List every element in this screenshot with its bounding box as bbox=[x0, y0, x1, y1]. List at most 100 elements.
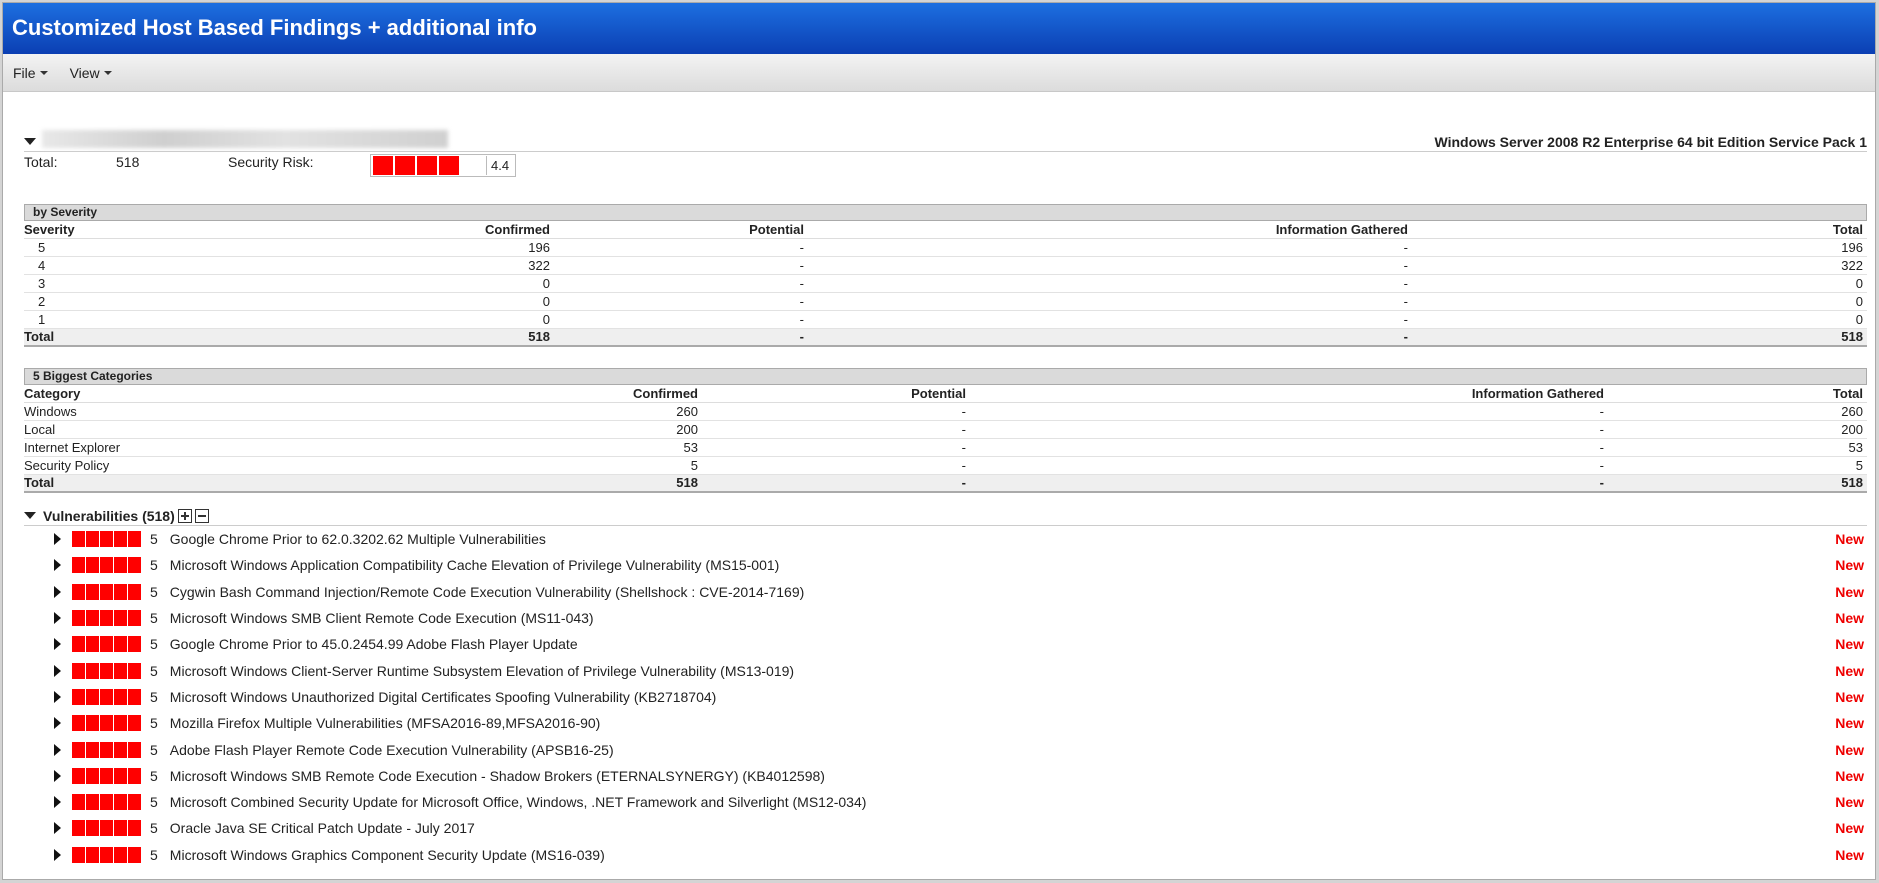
severity-block-icon bbox=[86, 820, 99, 837]
vulnerability-row[interactable]: 5 Microsoft Windows Graphics Component Se… bbox=[24, 842, 1867, 868]
table-cell: 200 bbox=[324, 420, 702, 439]
chevron-down-icon bbox=[103, 70, 112, 75]
collapse-arrow-icon[interactable] bbox=[24, 512, 36, 519]
vulnerability-title[interactable]: Cygwin Bash Command Injection/Remote Cod… bbox=[170, 584, 804, 600]
severity-bar-icon bbox=[72, 557, 142, 574]
severity-block-icon bbox=[86, 846, 99, 863]
vulnerability-row[interactable]: 5 Microsoft Windows SMB Client Remote Cod… bbox=[24, 605, 1867, 631]
vulnerability-title[interactable]: Google Chrome Prior to 45.0.2454.99 Adob… bbox=[170, 636, 578, 652]
expand-arrow-icon[interactable] bbox=[54, 664, 61, 677]
vulnerability-row[interactable]: 5 Microsoft Windows SMB Remote Code Execu… bbox=[24, 763, 1867, 789]
table-cell: 0 bbox=[1412, 292, 1867, 311]
vulnerability-title[interactable]: Mozilla Firefox Multiple Vulnerabilities… bbox=[170, 715, 601, 731]
expand-arrow-icon[interactable] bbox=[54, 769, 61, 782]
vulnerability-row[interactable]: 5 Microsoft Combined Security Update for … bbox=[24, 789, 1867, 815]
vulnerability-title[interactable]: Microsoft Windows Graphics Component Sec… bbox=[170, 847, 605, 863]
expand-arrow-icon[interactable] bbox=[54, 822, 61, 835]
column-header: Information Gathered bbox=[808, 221, 1412, 239]
expand-arrow-icon[interactable] bbox=[54, 638, 61, 651]
vulnerability-row[interactable]: 5 Google Chrome Prior to 62.0.3202.62 Mul… bbox=[24, 526, 1867, 552]
severity-block-icon bbox=[114, 583, 127, 600]
expand-arrow-icon[interactable] bbox=[54, 743, 61, 756]
column-header: Total bbox=[1608, 385, 1867, 403]
table-cell: Security Policy bbox=[24, 456, 324, 475]
column-header: Total bbox=[1412, 221, 1867, 239]
vulnerability-title[interactable]: Google Chrome Prior to 62.0.3202.62 Mult… bbox=[170, 531, 546, 547]
severity-block-icon bbox=[86, 662, 99, 679]
expand-arrow-icon[interactable] bbox=[54, 796, 61, 809]
vulnerability-row[interactable]: 5 Mozilla Firefox Multiple Vulnerabilitie… bbox=[24, 710, 1867, 736]
severity-bar-icon bbox=[72, 583, 142, 600]
expand-arrow-icon[interactable] bbox=[54, 690, 61, 703]
table-cell: Windows bbox=[24, 402, 324, 421]
vulnerability-row[interactable]: 5 Microsoft Windows Application Compatibi… bbox=[24, 552, 1867, 578]
expand-arrow-icon[interactable] bbox=[54, 612, 61, 625]
severity-block-icon bbox=[128, 715, 141, 732]
vulnerability-title[interactable]: Microsoft Windows Application Compatibil… bbox=[170, 557, 780, 573]
column-header: Severity bbox=[24, 221, 244, 239]
table-cell: - bbox=[808, 274, 1412, 293]
severity-block-icon bbox=[100, 794, 113, 811]
expand-all-icon[interactable] bbox=[177, 508, 192, 523]
vulnerability-row[interactable]: 5 Microsoft Windows Client-Server Runtime… bbox=[24, 657, 1867, 683]
severity-block-icon bbox=[72, 741, 85, 758]
collapse-all-icon[interactable] bbox=[194, 508, 209, 523]
severity-block-icon bbox=[128, 636, 141, 653]
column-header: Category bbox=[24, 385, 324, 403]
table-cell: 322 bbox=[1412, 256, 1867, 275]
expand-arrow-icon[interactable] bbox=[54, 717, 61, 730]
expand-arrow-icon[interactable] bbox=[54, 848, 61, 861]
vulnerability-title[interactable]: Oracle Java SE Critical Patch Update - J… bbox=[170, 820, 475, 836]
severity-level: 5 bbox=[150, 715, 158, 732]
severity-block-icon bbox=[114, 794, 127, 811]
window-title: Customized Host Based Findings + additio… bbox=[3, 3, 1875, 54]
severity-level: 5 bbox=[150, 846, 158, 863]
table-cell: - bbox=[808, 238, 1412, 257]
severity-block-icon bbox=[128, 794, 141, 811]
vulnerability-row[interactable]: 5 Cygwin Bash Command Injection/Remote Co… bbox=[24, 579, 1867, 605]
table-row: 10--0 bbox=[24, 310, 1867, 329]
status-badge: New bbox=[1835, 531, 1864, 548]
file-menu[interactable]: File bbox=[13, 65, 48, 81]
severity-block-icon bbox=[128, 820, 141, 837]
table-cell: - bbox=[554, 256, 808, 275]
vulnerability-title[interactable]: Microsoft Windows SMB Client Remote Code… bbox=[170, 610, 594, 626]
severity-block-icon bbox=[100, 610, 113, 627]
view-menu[interactable]: View bbox=[70, 65, 112, 81]
vulnerability-row[interactable]: 5 Adobe Flash Player Remote Code Executio… bbox=[24, 736, 1867, 762]
vulnerability-title[interactable]: Microsoft Windows Client-Server Runtime … bbox=[170, 663, 794, 679]
total-value: 518 bbox=[116, 154, 140, 170]
table-total-row: Total 518- -518 bbox=[24, 474, 1867, 493]
risk-block-icon bbox=[373, 156, 393, 175]
severity-block-icon bbox=[72, 820, 85, 837]
table-cell: - bbox=[970, 420, 1608, 439]
severity-block-icon bbox=[100, 531, 113, 548]
severity-block-icon bbox=[72, 846, 85, 863]
collapse-arrow-icon[interactable] bbox=[24, 138, 36, 145]
status-badge: New bbox=[1835, 715, 1864, 732]
table-cell: 196 bbox=[244, 238, 554, 257]
vulnerability-title[interactable]: Adobe Flash Player Remote Code Execution… bbox=[170, 742, 614, 758]
severity-block-icon bbox=[86, 688, 99, 705]
table-cell: - bbox=[808, 256, 1412, 275]
vulnerability-title[interactable]: Microsoft Combined Security Update for M… bbox=[170, 794, 867, 810]
severity-block-icon bbox=[72, 767, 85, 784]
expand-arrow-icon[interactable] bbox=[54, 585, 61, 598]
table-cell: 260 bbox=[1608, 402, 1867, 421]
vulnerability-row[interactable]: 5 Google Chrome Prior to 45.0.2454.99 Ado… bbox=[24, 631, 1867, 657]
expand-arrow-icon[interactable] bbox=[54, 559, 61, 572]
table-cell: 2 bbox=[24, 292, 244, 311]
table-row: Security Policy 5- -5 bbox=[24, 456, 1867, 475]
vulnerability-row[interactable]: 5 Microsoft Windows Unauthorized Digital … bbox=[24, 684, 1867, 710]
vulnerability-title[interactable]: Microsoft Windows Unauthorized Digital C… bbox=[170, 689, 717, 705]
expand-arrow-icon[interactable] bbox=[54, 533, 61, 546]
severity-block-icon bbox=[100, 583, 113, 600]
vulnerability-row[interactable]: 5 Oracle Java SE Critical Patch Update - … bbox=[24, 815, 1867, 841]
table-row: 5 196- -196 bbox=[24, 238, 1867, 257]
severity-block-icon bbox=[86, 583, 99, 600]
table-total-row: Total 518- -518 bbox=[24, 328, 1867, 347]
vulnerability-title[interactable]: Microsoft Windows SMB Remote Code Execut… bbox=[170, 768, 825, 784]
security-risk-meter: 4.4 bbox=[370, 154, 516, 177]
table-header-row: Category Confirmed Potential Information… bbox=[24, 385, 1867, 403]
categories-section-heading: 5 Biggest Categories bbox=[24, 368, 1867, 385]
